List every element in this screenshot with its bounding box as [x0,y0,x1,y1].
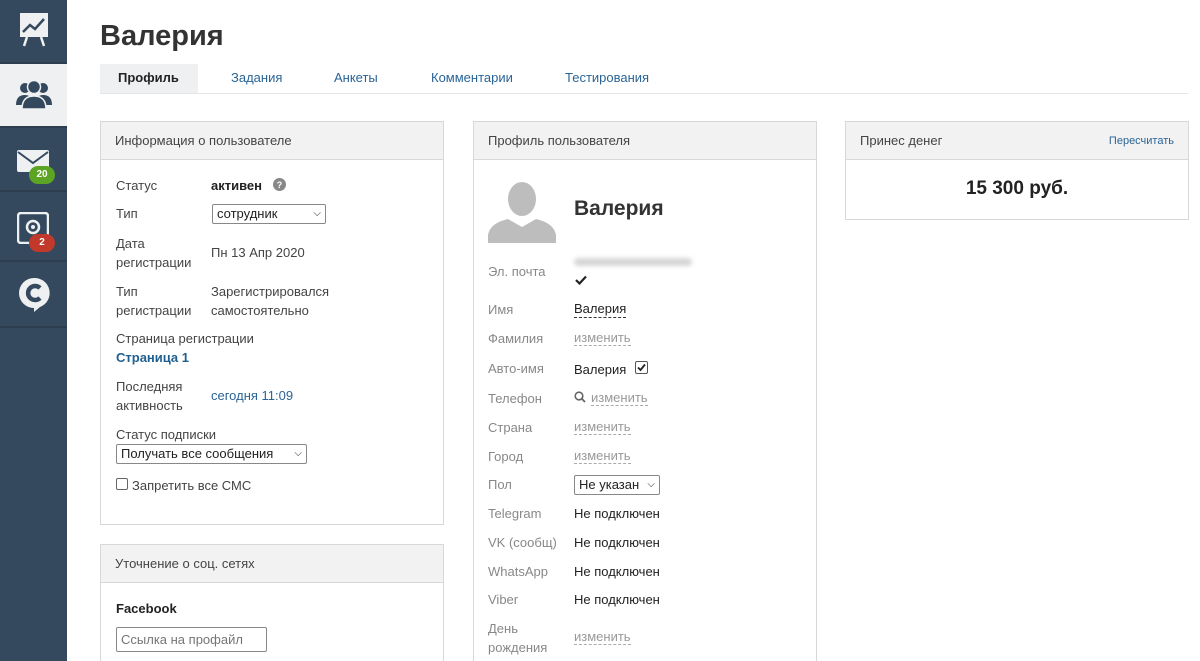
type-select[interactable]: сотрудник ⌵ [212,204,326,224]
reg-type-label-line2: регистрации [116,303,192,318]
reg-date-label-line1: Дата [116,236,145,251]
sidebar-item-users[interactable] [0,64,67,128]
chevron-down-icon: ⌵ [294,448,302,459]
status-label: Статус [116,178,158,193]
birthday-label-line2: рождения [488,640,548,655]
first-name-label: Имя [488,302,514,317]
tab-comments[interactable]: Комментарии [413,64,531,93]
chart-board-icon [19,12,49,51]
subscription-select-value: Получать все сообщения [121,446,274,461]
telegram-label: Telegram [488,506,542,521]
reg-type-value-line2: самостоятельно [211,303,309,318]
vk-status: Не подключен [574,535,660,550]
auto-name-label: Авто-имя [488,361,544,376]
country-label: Страна [488,420,533,435]
sms-checkbox[interactable] [116,478,128,490]
chevron-down-icon: ⌵ [313,208,321,219]
reg-page-link[interactable]: Страница 1 [116,348,189,367]
whatsapp-label: WhatsApp [488,564,548,579]
search-icon[interactable] [574,391,586,406]
reg-date-label-line2: регистрации [116,255,192,270]
chat-logo-icon [17,276,51,315]
sms-label: Запретить все СМС [132,478,252,493]
social-panel: Уточнение о соц. сетях Facebook [100,544,444,661]
tab-forms[interactable]: Анкеты [316,64,396,93]
avatar [488,177,556,246]
type-label: Тип [116,206,138,221]
sidebar-item-analytics[interactable] [0,0,67,64]
city-change-link[interactable]: изменить [574,448,631,464]
profile-title: Профиль пользователя [474,122,816,160]
type-select-value: сотрудник [217,206,278,221]
phone-change-link[interactable]: изменить [591,390,648,406]
sidebar-item-settings[interactable]: 2 [0,198,67,262]
facebook-profile-input[interactable] [116,627,267,652]
last-activity-label-line2: активность [116,398,183,413]
last-activity-value[interactable]: сегодня 11:09 [211,386,293,405]
status-value: активен [211,178,262,193]
money-header: Принес денег Пересчитать [846,122,1188,160]
facebook-label: Facebook [116,601,177,616]
vk-label: VK (сообщ) [488,535,557,550]
telegram-status: Не подключен [574,506,660,521]
money-title: Принес денег [860,133,943,148]
phone-label: Телефон [488,391,542,406]
sidebar: 20 2 [0,0,67,661]
tab-bar: Профиль Задания Анкеты Комментарии Тести… [100,64,1188,94]
auto-name-checkbox[interactable] [635,361,648,374]
profile-panel: Профиль пользователя Валерия Эл. почта И… [473,121,817,661]
tab-profile[interactable]: Профиль [100,64,198,93]
profile-name: Валерия [574,197,664,220]
last-activity-label-line1: Последняя [116,379,183,394]
birthday-change-link[interactable]: изменить [574,629,631,645]
user-info-panel: Информация о пользователе Статус активен… [100,121,444,525]
gender-select-value: Не указан [579,477,640,492]
reg-page-label: Страница регистрации [116,331,254,346]
gender-label: Пол [488,477,512,492]
country-change-link[interactable]: изменить [574,419,631,435]
auto-name-value: Валерия [574,362,627,377]
email-label: Эл. почта [488,264,546,279]
last-name-label: Фамилия [488,331,544,346]
email-value-blurred [574,258,692,266]
tab-testing[interactable]: Тестирования [547,64,667,93]
check-icon [575,273,587,288]
user-info-title: Информация о пользователе [101,122,443,160]
money-panel: Принес денег Пересчитать 15 300 руб. [845,121,1189,220]
recalculate-link[interactable]: Пересчитать [1109,122,1174,160]
page-title: Валерия [100,20,224,52]
viber-label: Viber [488,592,519,607]
money-amount: 15 300 руб. [965,178,1069,199]
subscription-label: Статус подписки [116,427,217,442]
settings-count-badge: 2 [29,234,55,252]
reg-date-value: Пн 13 Апр 2020 [211,245,305,260]
social-title: Уточнение о соц. сетях [101,545,443,583]
svg-text:?: ? [277,180,283,190]
first-name-value[interactable]: Валерия [574,300,627,318]
reg-type-label-line1: Тип [116,284,138,299]
city-label: Город [488,449,524,464]
subscription-select[interactable]: Получать все сообщения ⌵ [116,444,307,464]
birthday-label-line1: День [488,621,518,636]
users-icon [15,79,52,112]
messages-count-badge: 20 [29,166,55,184]
chevron-down-icon: ⌵ [647,479,655,490]
viber-status: Не подключен [574,592,660,607]
reg-type-value-line1: Зарегистрировался [211,284,330,299]
gender-select[interactable]: Не указан ⌵ [574,475,660,495]
whatsapp-status: Не подключен [574,564,660,579]
sidebar-item-messages[interactable]: 20 [0,128,67,192]
tab-tasks[interactable]: Задания [213,64,300,93]
last-name-change-link[interactable]: изменить [574,330,631,346]
help-icon[interactable]: ? [273,178,286,194]
sidebar-item-chat[interactable] [0,264,67,328]
